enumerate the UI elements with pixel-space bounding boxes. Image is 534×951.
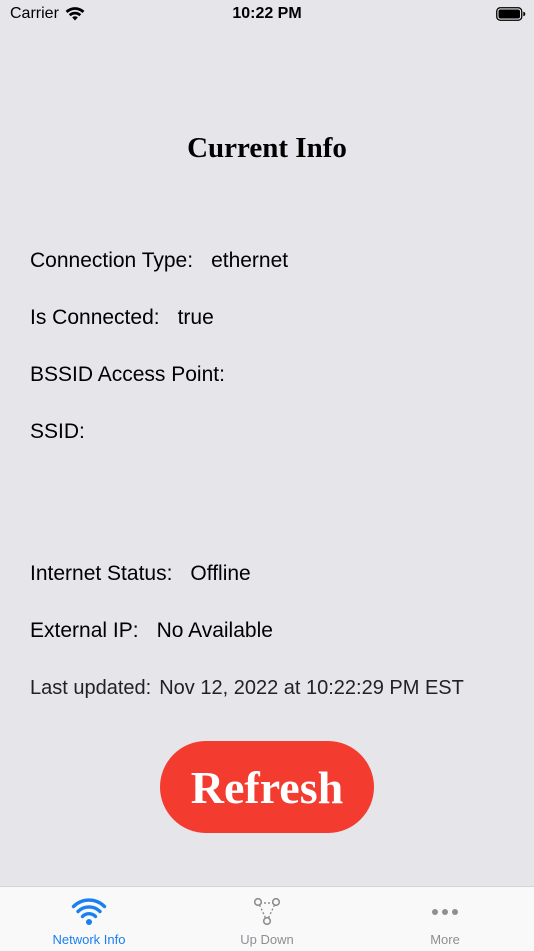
last-updated-label: Last updated: [30, 677, 152, 699]
is-connected-label: Is Connected: [30, 306, 160, 329]
tab-more-label: More [430, 932, 460, 947]
is-connected-value: true [177, 306, 214, 329]
tab-more[interactable]: More [356, 887, 534, 951]
tab-bar: Network Info Up Down More [0, 886, 534, 951]
ssid-label: SSID: [30, 420, 85, 443]
last-updated-value: Nov 12, 2022 at 10:22:29 PM EST [159, 677, 464, 699]
status-bar: Carrier 10:22 PM [0, 0, 534, 30]
ssid-row: SSID: [30, 420, 103, 444]
connection-type-value: ethernet [211, 249, 289, 272]
bssid-row: BSSID Access Point: [30, 363, 243, 387]
tab-up-down-label: Up Down [240, 932, 294, 947]
bssid-label: BSSID Access Point: [30, 363, 225, 386]
internet-status-label: Internet Status: [30, 562, 173, 585]
network-nodes-icon [253, 897, 281, 926]
external-ip-value: No Available [156, 619, 273, 642]
tab-network-info-label: Network Info [52, 932, 126, 947]
more-dots-icon [432, 909, 458, 915]
internet-status-row: Internet Status: Offline [30, 562, 251, 586]
last-updated-row: Last updated: Nov 12, 2022 at 10:22:29 PM… [30, 677, 464, 700]
wifi-icon [71, 898, 107, 925]
tab-up-down[interactable]: Up Down [178, 887, 356, 951]
tab-network-info[interactable]: Network Info [0, 887, 178, 951]
external-ip-row: External IP: No Available [30, 619, 273, 643]
page-title: Current Info [187, 132, 347, 164]
external-ip-label: External IP: [30, 619, 139, 642]
status-time: 10:22 PM [232, 5, 302, 22]
refresh-button[interactable]: Refresh [160, 741, 374, 833]
connection-type-row: Connection Type: ethernet [30, 249, 288, 273]
internet-status-value: Offline [190, 562, 251, 585]
battery-icon [496, 7, 526, 21]
connection-type-label: Connection Type: [30, 249, 194, 272]
is-connected-row: Is Connected: true [30, 306, 214, 330]
